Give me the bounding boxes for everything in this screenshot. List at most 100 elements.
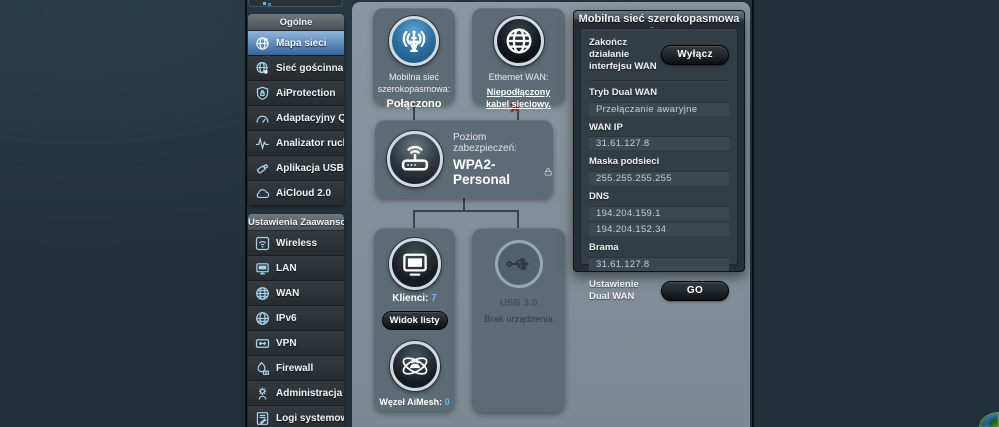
sidebar-navigation: Ogólne Mapa sieci Sieć gościnna AiProtectio…	[245, 0, 343, 427]
sidebar-item-label: Sieć gościnna	[276, 63, 343, 74]
sidebar-item-label: IPv6	[276, 313, 297, 324]
sidebar-item-label: Administracja	[276, 388, 342, 399]
sidebar-item-label: Mapa sieci	[276, 38, 327, 49]
usb-status: Brak urządzenia	[484, 314, 553, 325]
panel-action-row: Ustawienie Dual WANGO	[589, 273, 729, 310]
usb-card[interactable]: USB 3.0 Brak urządzenia	[472, 228, 565, 412]
router-card[interactable]: Poziom zabezpieczeń: WPA2-Personal	[375, 120, 553, 198]
sidebar-item-label: Firewall	[276, 363, 313, 374]
view-list-button[interactable]: Widok listy	[382, 311, 448, 330]
aimesh-label: Węzeł AiMesh: 0	[375, 397, 453, 409]
panel-field-label: DNS	[589, 191, 729, 203]
sidebar-section-header: Ustawienia Zaawansowane	[248, 214, 344, 231]
antenna-icon	[389, 16, 439, 66]
quick-setup-button-fragment[interactable]	[248, 0, 343, 7]
mobile-card-label: Mobilna sieć szerokopasmowa:	[373, 72, 455, 95]
cloud-icon	[255, 186, 270, 201]
security-level-label: Poziom zabezpieczeń:	[453, 132, 553, 154]
panel-field-tryb-dual-wan: Tryb Dual WAN Przełączanie awaryjne	[589, 87, 729, 116]
sidebar-advanced-group: Ustawienia Zaawansowane Wireless LAN WAN IPv…	[248, 214, 344, 427]
ipv6-icon	[255, 311, 270, 326]
panel-action-label: Zakończ działanie interfejsu WAN	[589, 37, 661, 73]
connector-line	[413, 210, 519, 212]
sidebar-item-label: WAN	[276, 288, 299, 299]
panel-field-label: Brama	[589, 242, 729, 254]
panel-title: Mobilna sieć szerokopasmowa	[574, 11, 744, 27]
ethernet-wan-card[interactable]: Ethernet WAN: Niepodłączony kabel siecio…	[472, 8, 565, 104]
panel-field-value: 194.204.159.1	[589, 206, 729, 220]
panel-field-maska-podsieci: Maska podsieci255.255.255.255	[589, 156, 729, 185]
sidebar-item-lan[interactable]: LAN	[248, 256, 344, 281]
mobile-broadband-card[interactable]: Mobilna sieć szerokopasmowa: Połączono	[373, 8, 455, 104]
sidebar-section-header: Ogólne	[248, 14, 344, 31]
panel-field-value: 31.61.127.8	[589, 136, 729, 150]
panel-field-wan-ip: WAN IP 31.61.127.8	[589, 122, 729, 151]
globe-icon	[255, 286, 270, 301]
panel-field-dns: DNS194.204.159.1194.204.152.34	[589, 191, 729, 236]
desktop-corner-fragment	[979, 412, 999, 427]
sidebar-item-logi-systemowe[interactable]: Logi systemowe	[248, 406, 344, 427]
router-icon	[387, 131, 443, 187]
globe-icon	[494, 16, 544, 66]
sidebar-item-administracja[interactable]: Administracja	[248, 381, 344, 406]
sidebar-item-label: Logi systemowe	[276, 413, 344, 424]
sidebar-item-firewall[interactable]: Firewall	[248, 356, 344, 381]
wy-cz-button[interactable]: Wyłącz	[661, 45, 729, 65]
panel-field-label: Maska podsieci	[589, 156, 729, 168]
usb-stick-icon	[255, 161, 270, 176]
system-log-icon	[255, 411, 270, 426]
lan-icon	[255, 261, 270, 276]
sidebar-item-sie-go-cinna[interactable]: Sieć gościnna	[248, 56, 344, 81]
shield-icon	[255, 86, 270, 101]
lock-icon	[543, 166, 553, 178]
clients-count: 7	[431, 293, 437, 304]
clients-card[interactable]: Klienci: 7 Widok listy Węzeł AiMesh: 0	[374, 228, 455, 411]
sidebar-item-adaptacyjny-qos[interactable]: Adaptacyjny QoS	[248, 106, 344, 131]
mobile-broadband-status-panel: Mobilna sieć szerokopasmowa Stan Zakończ…	[573, 10, 745, 272]
monitor-icon	[389, 238, 441, 290]
panel-field-label: WAN IP	[589, 122, 729, 134]
panel-body: Zakończ działanie interfejsu WANWyłącz Tr…	[580, 28, 738, 265]
background-divider-line	[752, 0, 754, 427]
connector-line	[413, 210, 415, 228]
panel-action-label: Ustawienie Dual WAN	[589, 279, 661, 303]
go-button[interactable]: GO	[661, 281, 729, 301]
gauge-icon	[255, 111, 270, 126]
aimesh-count: 0	[445, 397, 450, 407]
panel-field-value: 31.61.127.8	[589, 257, 729, 271]
sidebar-item-wan[interactable]: WAN	[248, 281, 344, 306]
clients-label: Klienci: 7	[392, 293, 436, 304]
usb-title: USB 3.0	[500, 298, 538, 309]
ethernet-cable-link[interactable]: Niepodłączony kabel sieciowy.	[472, 86, 565, 110]
usb-icon	[495, 240, 543, 288]
connector-line	[517, 210, 519, 228]
panel-field-brama: Brama 31.61.127.8	[589, 242, 729, 271]
quick-setup-icon	[263, 2, 266, 5]
panel-field-label: Tryb Dual WAN	[589, 87, 729, 99]
sidebar-item-label: Wireless	[276, 238, 317, 249]
sidebar-item-ipv6[interactable]: IPv6	[248, 306, 344, 331]
mobile-card-status: Połączono	[386, 98, 441, 110]
sidebar-item-label: AiProtection	[276, 88, 335, 99]
network-map-icon	[255, 36, 270, 51]
firewall-icon	[255, 361, 270, 376]
sidebar-item-mapa-sieci[interactable]: Mapa sieci	[248, 31, 344, 56]
panel-action-row: Zakończ działanie interfejsu WANWyłącz	[589, 35, 729, 81]
vpn-icon	[255, 336, 270, 351]
sidebar-item-aplikacja-usb[interactable]: Aplikacja USB	[248, 156, 344, 181]
sidebar-item-label: LAN	[276, 263, 297, 274]
security-level-value: WPA2-Personal	[453, 157, 539, 187]
traffic-wave-icon	[255, 136, 270, 151]
connector-line	[463, 198, 465, 210]
sidebar-item-wireless[interactable]: Wireless	[248, 231, 344, 256]
ethernet-card-label: Ethernet WAN:	[485, 72, 553, 84]
sidebar-item-label: VPN	[276, 338, 297, 349]
sidebar-general-group: Ogólne Mapa sieci Sieć gościnna AiProtectio…	[248, 14, 344, 206]
sidebar-item-analizator-ruchu[interactable]: Analizator ruchu	[248, 131, 344, 156]
sidebar-item-aiprotection[interactable]: AiProtection	[248, 81, 344, 106]
panel-field-value: Przełączanie awaryjne	[589, 102, 729, 116]
sidebar-item-aicloud-2-0[interactable]: AiCloud 2.0	[248, 181, 344, 206]
sidebar-item-vpn[interactable]: VPN	[248, 331, 344, 356]
admin-gear-icon	[255, 386, 270, 401]
sidebar-item-label: Adaptacyjny QoS	[276, 113, 344, 124]
